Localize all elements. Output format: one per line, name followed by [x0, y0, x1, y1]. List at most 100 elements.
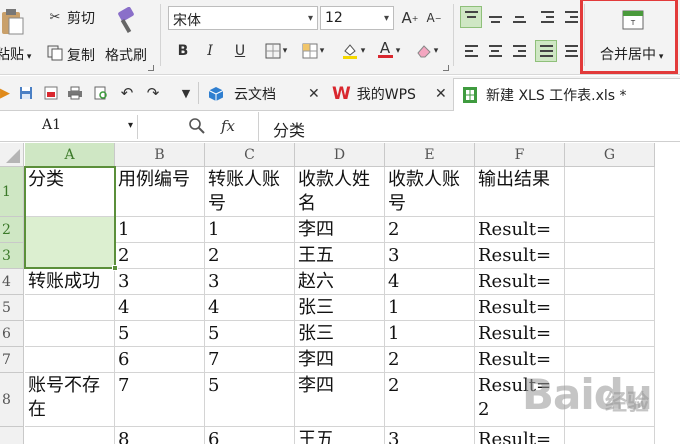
row-header[interactable]: 8	[0, 373, 24, 427]
align-bottom-icon[interactable]	[508, 6, 530, 28]
tab-workbook-active[interactable]: 新建 XLS 工作表.xls *	[453, 78, 680, 111]
cell-b[interactable]: 4	[115, 295, 205, 321]
cell-e[interactable]: 4	[385, 269, 475, 295]
close-icon[interactable]: ✕	[308, 86, 320, 102]
copy-icon[interactable]	[44, 42, 66, 64]
cell-f[interactable]: Result=1	[475, 217, 565, 243]
column-header-a[interactable]: A	[25, 143, 115, 167]
cell-f[interactable]: Result=2	[475, 427, 565, 444]
cell-b[interactable]: 8	[115, 427, 205, 444]
clear-format-dropdown-icon[interactable]: ▾	[431, 40, 441, 62]
select-all-corner[interactable]	[0, 143, 24, 167]
justify-icon[interactable]	[535, 40, 557, 62]
cut-button[interactable]: 剪切	[67, 8, 95, 28]
clipboard-launcher-icon[interactable]	[148, 65, 154, 71]
print-icon[interactable]	[64, 82, 86, 104]
cell-g[interactable]	[565, 269, 655, 295]
copy-button[interactable]: 复制	[67, 45, 95, 65]
zoom-search-icon[interactable]	[188, 117, 206, 135]
cell-d[interactable]: 王五	[295, 243, 385, 269]
borders-dropdown-icon[interactable]: ▾	[280, 40, 290, 62]
paste-button[interactable]: 粘贴 ▾	[0, 44, 31, 64]
cell-d[interactable]: 李四	[295, 217, 385, 243]
undo-icon[interactable]: ↶	[116, 82, 138, 104]
redo-icon[interactable]: ↷	[142, 82, 164, 104]
cell-d[interactable]: 收款人姓名	[295, 167, 385, 217]
qat-customize-icon[interactable]: ▼	[175, 82, 197, 104]
cell-f[interactable]: Result=1	[475, 243, 565, 269]
cell-b[interactable]: 1	[115, 217, 205, 243]
cell-d[interactable]: 张三	[295, 295, 385, 321]
cell-c[interactable]: 5	[205, 373, 295, 427]
fill-color-dropdown-icon[interactable]: ▾	[358, 40, 368, 62]
cell-c[interactable]: 5	[205, 321, 295, 347]
cell-c[interactable]: 转账人账号	[205, 167, 295, 217]
align-right-icon[interactable]	[508, 40, 530, 62]
bold-button[interactable]: B	[172, 40, 194, 62]
cell-d[interactable]: 王五	[295, 427, 385, 444]
cell-e[interactable]: 2	[385, 347, 475, 373]
folder-icon[interactable]: ▶	[0, 82, 16, 104]
name-box-dropdown-icon[interactable]: ▾	[128, 120, 133, 131]
row-header[interactable]: 3	[0, 243, 24, 269]
cell-e[interactable]: 1	[385, 295, 475, 321]
cell-c[interactable]: 4	[205, 295, 295, 321]
cell-a[interactable]	[25, 347, 115, 373]
cell-c[interactable]: 7	[205, 347, 295, 373]
column-header-g[interactable]: G	[565, 143, 655, 167]
cell-c[interactable]: 1	[205, 217, 295, 243]
cell-f[interactable]: Result=1	[475, 269, 565, 295]
merge-center-button[interactable]: 合并居中 ▾	[600, 44, 663, 64]
font-size-select[interactable]: 12 ▾	[320, 6, 394, 30]
tab-my-wps[interactable]: W 我的WPS ✕	[332, 78, 452, 110]
shrink-font-icon[interactable]: A −	[423, 7, 445, 29]
cell-a[interactable]: 转账成功	[25, 269, 115, 295]
name-box[interactable]: A1 ▾	[0, 115, 138, 139]
cell-b[interactable]: 6	[115, 347, 205, 373]
cell-b[interactable]: 用例编号	[115, 167, 205, 217]
cell-a[interactable]	[25, 295, 115, 321]
row-header[interactable]: 5	[0, 295, 24, 321]
grow-font-icon[interactable]: A +	[399, 7, 421, 29]
distributed-align-icon[interactable]	[560, 40, 582, 62]
column-header-d[interactable]: D	[295, 143, 385, 167]
cell-a[interactable]: 账号不存在	[25, 373, 115, 427]
cell-e[interactable]: 1	[385, 321, 475, 347]
cell-g[interactable]	[565, 295, 655, 321]
cell-b[interactable]: 3	[115, 269, 205, 295]
save-icon[interactable]	[15, 82, 37, 104]
cell-e[interactable]: 2	[385, 217, 475, 243]
cell-d[interactable]: 张三	[295, 321, 385, 347]
row-header[interactable]: 6	[0, 321, 24, 347]
cut-icon[interactable]: ✂	[44, 6, 66, 28]
column-header-f[interactable]: F	[475, 143, 565, 167]
cell-f[interactable]: 输出结果	[475, 167, 565, 217]
cell-c[interactable]: 6	[205, 427, 295, 444]
column-header-c[interactable]: C	[205, 143, 295, 167]
align-center-icon[interactable]	[484, 40, 506, 62]
italic-button[interactable]: I	[199, 40, 221, 62]
fx-icon[interactable]: fx	[221, 117, 235, 135]
cell-d[interactable]: 赵六	[295, 269, 385, 295]
tab-cloud-docs[interactable]: 云文档 ✕	[208, 78, 328, 110]
cell-b[interactable]: 7	[115, 373, 205, 427]
cell-c[interactable]: 2	[205, 243, 295, 269]
cell-a[interactable]	[25, 321, 115, 347]
cell-c[interactable]: 3	[205, 269, 295, 295]
align-top-icon[interactable]	[460, 6, 482, 28]
cell-g[interactable]	[565, 427, 655, 444]
formula-input[interactable]: 分类	[273, 117, 305, 141]
increase-indent-icon[interactable]	[560, 6, 582, 28]
close-icon[interactable]: ✕	[435, 86, 447, 102]
font-color-dropdown-icon[interactable]: ▾	[393, 40, 403, 62]
cell-style-dropdown-icon[interactable]: ▾	[317, 40, 327, 62]
paste-icon[interactable]	[0, 6, 24, 36]
merge-center-icon[interactable]: T	[622, 10, 644, 30]
cell-e[interactable]: 3	[385, 427, 475, 444]
format-painter-button[interactable]: 格式刷	[105, 45, 147, 65]
cell-a[interactable]	[25, 427, 115, 444]
export-pdf-icon[interactable]	[40, 82, 62, 104]
row-header[interactable]	[0, 427, 24, 444]
row-header[interactable]: 1	[0, 167, 24, 217]
row-header[interactable]: 2	[0, 217, 24, 243]
